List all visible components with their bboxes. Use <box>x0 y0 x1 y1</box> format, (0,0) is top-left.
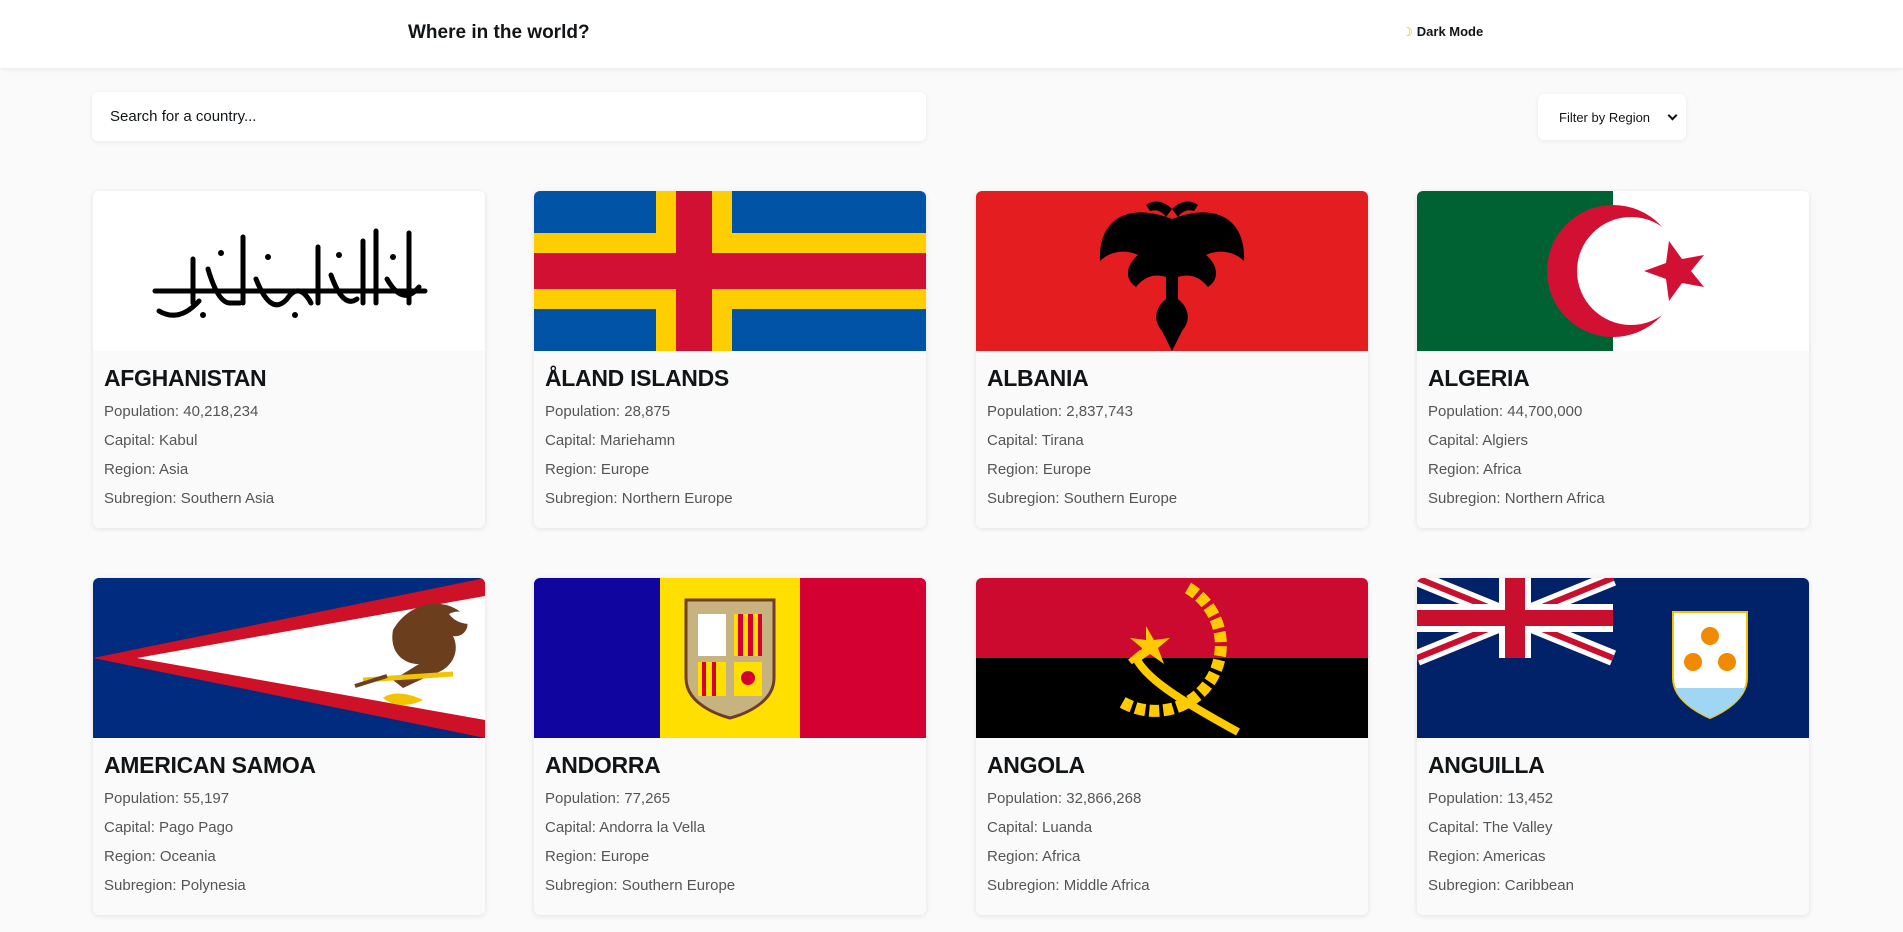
dark-mode-label: Dark Mode <box>1416 24 1484 39</box>
capital-stat: Capital: Mariehamn <box>545 432 676 449</box>
capital-stat: Capital: Andorra la Vella <box>545 819 706 836</box>
capital-stat: Capital: Algiers <box>1428 432 1529 449</box>
population-stat: Population: 2,837,743 <box>987 403 1133 420</box>
subregion-stat: Subregion: Northern Africa <box>1428 490 1605 507</box>
region-stat: Region: Europe <box>545 461 650 478</box>
american-samoa-flag <box>93 578 485 738</box>
country-name: AMERICAN SAMOA <box>104 752 316 778</box>
country-card-american-samoa[interactable]: AMERICAN SAMOA Population: 55,197 Capita… <box>93 578 485 915</box>
country-card-angola[interactable]: ANGOLA Population: 32,866,268 Capital: L… <box>976 578 1368 915</box>
region-filter-value: Filter by Region <box>1559 109 1651 125</box>
population-stat: Population: 28,875 <box>545 403 671 420</box>
afghanistan-flag <box>93 191 485 351</box>
search-box[interactable] <box>92 92 926 141</box>
country-card-algeria[interactable]: ALGERIA Population: 44,700,000 Capital: … <box>1417 191 1809 528</box>
search-input[interactable] <box>110 108 926 125</box>
subregion-stat: Subregion: Southern Asia <box>104 490 275 507</box>
subregion-stat: Subregion: Southern Europe <box>987 490 1178 507</box>
country-name: ANDORRA <box>545 752 661 778</box>
anguilla-flag <box>1417 578 1809 738</box>
region-stat: Region: Europe <box>987 461 1092 478</box>
region-stat: Region: Europe <box>545 848 650 865</box>
population-stat: Population: 40,218,234 <box>104 403 259 420</box>
capital-stat: Capital: Luanda <box>987 819 1093 836</box>
aland-islands-flag <box>534 191 926 351</box>
country-name: ANGOLA <box>987 752 1085 778</box>
country-card-anguilla[interactable]: ANGUILLA Population: 13,452 Capital: The… <box>1417 578 1809 915</box>
angola-flag <box>976 578 1368 738</box>
country-name: ALBANIA <box>987 365 1089 391</box>
chevron-down-icon <box>1667 110 1678 120</box>
dark-mode-toggle[interactable]: ☽ Dark Mode <box>1402 24 1483 39</box>
albania-flag <box>976 191 1368 351</box>
subregion-stat: Subregion: Southern Europe <box>545 877 736 894</box>
subregion-stat: Subregion: Polynesia <box>104 877 246 894</box>
region-stat: Region: Americas <box>1428 848 1546 865</box>
population-stat: Population: 55,197 <box>104 790 230 807</box>
algeria-flag <box>1417 191 1809 351</box>
population-stat: Population: 44,700,000 <box>1428 403 1583 420</box>
moon-icon: ☽ <box>1402 24 1413 39</box>
region-stat: Region: Asia <box>104 461 189 478</box>
country-card-albania[interactable]: ALBANIA Population: 2,837,743 Capital: T… <box>976 191 1368 528</box>
subregion-stat: Subregion: Northern Europe <box>545 490 733 507</box>
country-card-andorra[interactable]: ANDORRA Population: 77,265 Capital: Ando… <box>534 578 926 915</box>
country-name: ANGUILLA <box>1428 752 1545 778</box>
region-stat: Region: Oceania <box>104 848 216 865</box>
subregion-stat: Subregion: Caribbean <box>1428 877 1574 894</box>
population-stat: Population: 77,265 <box>545 790 671 807</box>
capital-stat: Capital: The Valley <box>1428 819 1553 836</box>
capital-stat: Capital: Kabul <box>104 432 198 449</box>
subregion-stat: Subregion: Middle Africa <box>987 877 1150 894</box>
app-title: Where in the world? <box>408 22 590 43</box>
capital-stat: Capital: Tirana <box>987 432 1084 449</box>
region-filter-select[interactable]: Filter by Region <box>1538 94 1686 140</box>
header: Where in the world? ☽ Dark Mode <box>0 0 1903 68</box>
capital-stat: Capital: Pago Pago <box>104 819 234 836</box>
country-name: ALGERIA <box>1428 365 1530 391</box>
region-stat: Region: Africa <box>987 848 1081 865</box>
country-card-aland-islands[interactable]: ÅLAND ISLANDS Population: 28,875 Capital… <box>534 191 926 528</box>
region-stat: Region: Africa <box>1428 461 1522 478</box>
country-name: AFGHANISTAN <box>104 365 267 391</box>
population-stat: Population: 13,452 <box>1428 790 1554 807</box>
andorra-flag <box>534 578 926 738</box>
country-card-afghanistan[interactable]: AFGHANISTAN Population: 40,218,234 Capit… <box>93 191 485 528</box>
country-name: ÅLAND ISLANDS <box>545 365 729 391</box>
population-stat: Population: 32,866,268 <box>987 790 1142 807</box>
